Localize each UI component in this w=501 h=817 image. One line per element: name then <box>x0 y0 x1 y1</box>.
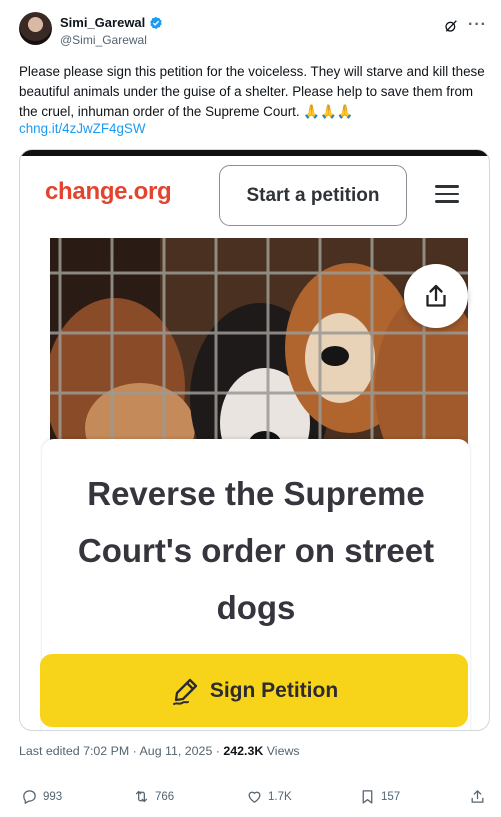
link-preview-card[interactable]: change.org Start a petition Reverse the … <box>19 149 490 731</box>
user-handle[interactable]: @Simi_Garewal <box>60 33 147 47</box>
heart-icon <box>248 791 261 803</box>
reply-count: 993 <box>43 790 63 803</box>
change-org-logo[interactable]: change.org <box>45 178 172 206</box>
share-icon <box>426 284 446 307</box>
verified-badge-icon <box>150 16 163 29</box>
tweet-meta: Last edited 7:02 PM · Aug 11, 2025 · 242… <box>19 744 300 758</box>
repost-button[interactable]: 766 <box>133 788 174 805</box>
grok-icon[interactable] <box>443 18 459 34</box>
reply-icon <box>23 790 36 804</box>
share-tweet-button[interactable] <box>469 788 486 805</box>
reply-button[interactable]: 993 <box>21 788 62 805</box>
sign-petition-button[interactable]: Sign Petition <box>40 654 468 727</box>
views-count: 242.3K <box>223 744 264 758</box>
repost-icon <box>135 790 148 803</box>
user-name[interactable]: Simi_Garewal <box>60 15 145 30</box>
bookmark-icon <box>362 790 373 804</box>
petition-title[interactable]: Reverse the Supreme Court's order on str… <box>42 465 470 636</box>
hamburger-menu-icon[interactable] <box>435 185 459 203</box>
sign-petition-label: Sign Petition <box>209 678 339 702</box>
start-petition-button[interactable]: Start a petition <box>219 165 407 226</box>
bookmark-count: 157 <box>381 790 401 803</box>
tweet-link[interactable]: chng.it/4zJwZF4gSW <box>19 121 146 136</box>
edited-timestamp[interactable]: Last edited 7:02 PM · Aug 11, 2025 · <box>19 744 223 758</box>
views-label: Views <box>263 744 300 758</box>
upload-share-icon <box>471 790 484 803</box>
tweet-header: Simi_Garewal @Simi_Garewal ··· <box>19 12 487 52</box>
like-button[interactable]: 1.7K <box>246 788 292 805</box>
name-row: Simi_Garewal <box>60 15 163 30</box>
bookmark-button[interactable]: 157 <box>359 788 400 805</box>
tweet-text: Please please sign this petition for the… <box>19 64 485 119</box>
more-options-icon[interactable]: ··· <box>468 16 487 34</box>
avatar[interactable] <box>19 12 52 45</box>
card-top-bar <box>20 150 489 156</box>
share-button[interactable] <box>404 264 468 328</box>
action-bar: 993 766 1.7K 157 <box>19 784 489 812</box>
pen-icon <box>172 678 197 705</box>
like-count: 1.7K <box>268 790 292 803</box>
repost-count: 766 <box>155 790 175 803</box>
